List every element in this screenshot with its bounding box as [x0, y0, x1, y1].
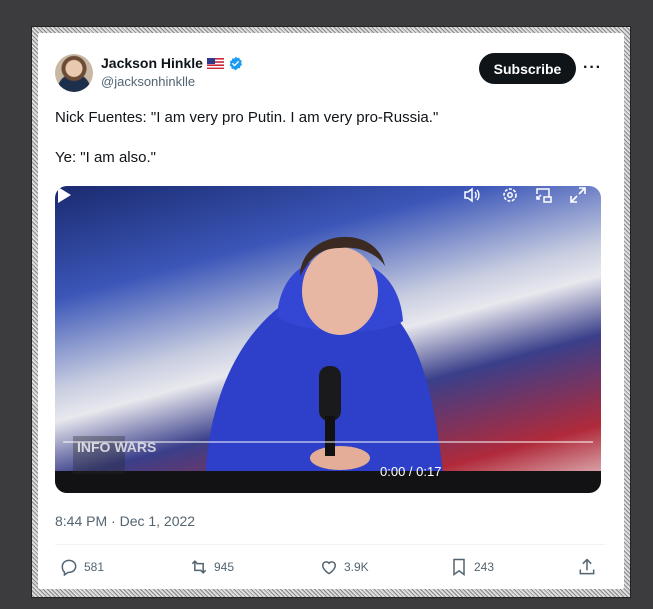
more-options-icon[interactable]: ··· — [583, 59, 602, 77]
tweet-timestamp[interactable]: 8:44 PM · Dec 1, 2022 — [55, 513, 195, 529]
bookmark-button[interactable]: 243 — [449, 557, 494, 577]
us-flag-icon — [206, 57, 224, 69]
reply-icon — [61, 559, 77, 577]
like-button[interactable]: 3.9K — [319, 557, 369, 577]
reply-count: 581 — [84, 560, 105, 574]
reply-button[interactable]: 581 — [59, 557, 104, 577]
author-handle[interactable]: @jacksonhinklle — [101, 74, 195, 89]
bookmark-icon — [453, 558, 465, 576]
video-player[interactable]: INFO WARS 0:00 / 0:17 — [55, 186, 601, 493]
fullscreen-icon[interactable] — [569, 186, 587, 204]
tweet-text: Nick Fuentes: "I am very pro Putin. I am… — [55, 109, 439, 166]
share-button[interactable] — [577, 557, 597, 577]
play-icon[interactable] — [55, 186, 73, 204]
tweet-card: Jackson Hinkle @jacksonhinklle Subscribe… — [38, 33, 624, 589]
author-name[interactable]: Jackson Hinkle — [101, 55, 203, 71]
share-icon — [579, 558, 595, 575]
divider — [55, 544, 605, 545]
subscribe-button[interactable]: Subscribe — [479, 53, 576, 84]
like-count: 3.9K — [344, 560, 369, 574]
author-row: Jackson Hinkle — [101, 55, 243, 71]
repost-icon — [191, 560, 207, 574]
volume-icon[interactable] — [463, 186, 481, 204]
repost-count: 945 — [214, 560, 235, 574]
heart-icon — [321, 561, 337, 575]
picture-in-picture-icon[interactable] — [535, 186, 553, 204]
video-progress-bar[interactable] — [63, 441, 593, 443]
video-timecode: 0:00 / 0:17 — [380, 464, 442, 479]
avatar[interactable] — [55, 54, 93, 92]
video-frame: INFO WARS — [55, 236, 601, 493]
tweet-actions: 581 945 3.9K 243 — [55, 557, 607, 579]
settings-gear-icon[interactable] — [501, 186, 519, 204]
verified-badge-icon — [229, 56, 242, 70]
repost-button[interactable]: 945 — [189, 557, 234, 577]
bookmark-count: 243 — [474, 560, 495, 574]
